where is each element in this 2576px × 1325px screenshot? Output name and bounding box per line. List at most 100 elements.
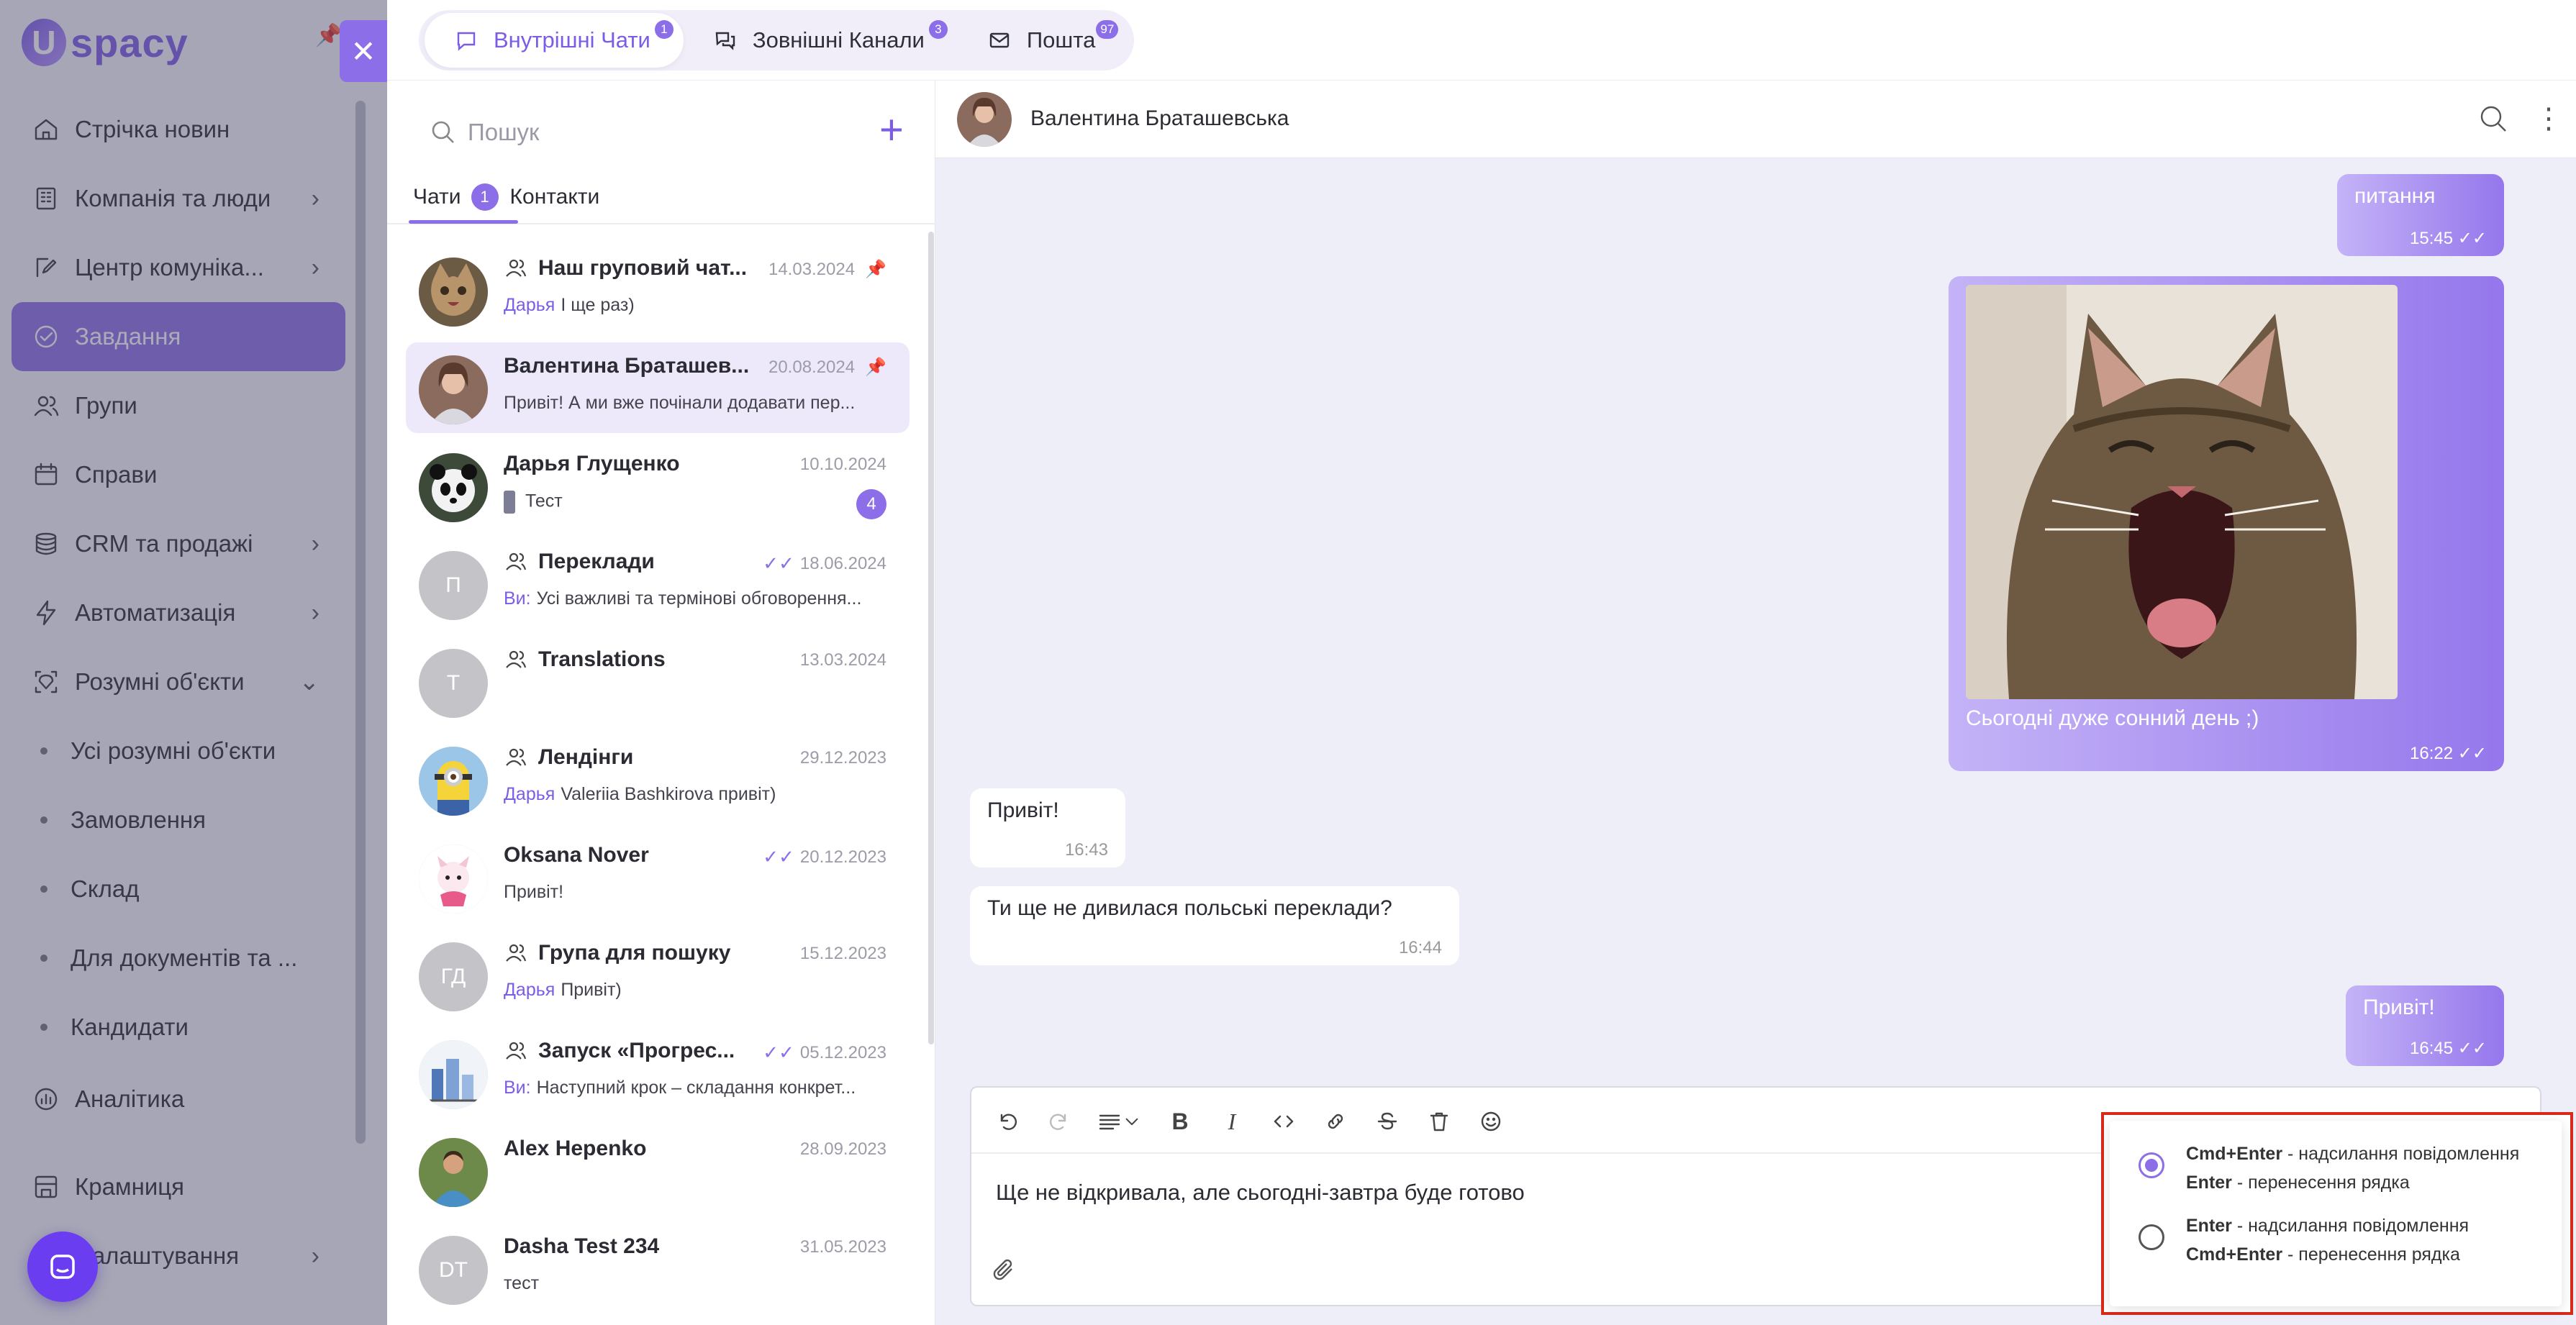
chat-list-scrollbar[interactable]: [928, 232, 934, 1044]
preview-text: Привіт! А ми вже почінали додавати пер..…: [504, 393, 856, 413]
yawning-cat-photo[interactable]: [1966, 285, 2398, 699]
chat-list-item[interactable]: Запуск «Прогрес... ✓✓ 05.12.2023 Ви: Наступн…: [406, 1027, 910, 1118]
code-icon[interactable]: [1258, 1102, 1310, 1141]
chat-list-item[interactable]: Дарья Глущенко 10.10.2024 Тест 4: [406, 440, 910, 531]
align-dropdown[interactable]: [1085, 1102, 1154, 1141]
undo-icon[interactable]: [981, 1102, 1033, 1141]
chat-topbar: Внутрішні Чати 1 Зовнішні Канали 3 Пошта 97: [387, 0, 2576, 81]
chat-list-item[interactable]: П Переклади ✓✓ 18.06.2024 Ви: Усі важливі та …: [406, 538, 910, 629]
chat-date-text: 31.05.2023: [799, 1237, 886, 1257]
redo-icon[interactable]: [1033, 1102, 1085, 1141]
message-input[interactable]: Ще не відкривала, але сьогодні-завтра бу…: [996, 1180, 1525, 1206]
chat-date-text: 20.12.2023: [799, 847, 886, 867]
italic-button[interactable]: I: [1206, 1102, 1258, 1141]
tab-badge: 3: [928, 20, 948, 39]
chat-preview: Дарья І ще раз): [504, 295, 892, 316]
chat-date: ✓✓ 20.12.2023: [763, 846, 886, 868]
strikethrough-icon[interactable]: [1361, 1102, 1413, 1141]
preview-sender: Ви:: [504, 588, 531, 609]
preview-text: тест: [504, 1273, 540, 1293]
conversation-avatar[interactable]: [957, 92, 1012, 147]
avatar: [419, 258, 488, 327]
attach-icon[interactable]: [990, 1256, 1022, 1288]
chat-date: 20.08.2024 📌: [768, 357, 886, 378]
message-text: Привіт!: [987, 798, 1059, 822]
chat-name-text: Група для пошуку: [538, 941, 731, 965]
support-chat-button[interactable]: [27, 1231, 98, 1302]
chat-date-text: 28.09.2023: [799, 1139, 886, 1159]
message-text: Ти ще не дивилася польські переклади?: [987, 896, 1392, 920]
unread-badge: 4: [856, 489, 886, 519]
message-time-text: 16:45: [2410, 1039, 2454, 1058]
avatar: [419, 453, 488, 522]
send-mode-option-enter[interactable]: Enter - надсилання повідомлення Cmd+Ente…: [2139, 1210, 2556, 1275]
chat-list-item[interactable]: DT Dasha Test 234 31.05.2023 тест: [406, 1223, 910, 1313]
more-options-icon[interactable]: ⋮: [2534, 102, 2563, 135]
chat-list-item[interactable]: Наш груповий чат... 14.03.2024 📌 Дарья І ще …: [406, 245, 910, 335]
chat-name: Oksana Nover: [504, 843, 649, 868]
chat-date: 14.03.2024 📌: [768, 259, 886, 280]
message-time: 16:22 ✓✓: [2410, 743, 2487, 764]
tab-badge: 1: [654, 20, 674, 39]
message-bubble[interactable]: питання 15:45 ✓✓: [2337, 174, 2504, 256]
chat-date: 28.09.2023: [800, 1139, 886, 1160]
add-chat-button[interactable]: +: [879, 109, 904, 151]
chat-list-item[interactable]: Oksana Nover ✓✓ 20.12.2023 Привіт!: [406, 832, 910, 922]
read-check-icon: ✓✓: [763, 552, 794, 574]
preview-text: Усі важливі та термінові обговорення...: [536, 588, 862, 609]
chat-list-item[interactable]: Валентина Браташев... 20.08.2024 📌 Привіт! …: [406, 342, 910, 433]
tab-mail[interactable]: Пошта 97: [958, 13, 1128, 68]
shortcut-key: Cmd+Enter: [2186, 1144, 2283, 1164]
tab-chat[interactable]: Внутрішні Чати 1: [425, 13, 684, 68]
chat-name: Dasha Test 234: [504, 1234, 659, 1259]
chat-name-text: Oksana Nover: [504, 843, 649, 867]
message-time-text: 15:45: [2410, 229, 2454, 248]
chat-name-text: Dasha Test 234: [504, 1234, 660, 1258]
preview-sender: Дарья: [504, 980, 555, 1000]
message-image-bubble[interactable]: Сьогодні дуже сонний день ;) 16:22 ✓✓: [1949, 276, 2504, 771]
chat-name-text: Переклади: [538, 550, 655, 573]
sidebar-dim-overlay[interactable]: [0, 0, 387, 1325]
link-icon[interactable]: [1310, 1102, 1361, 1141]
chat-list-item[interactable]: Лендінги 29.12.2023 Дарья Valeriia Bashkiro…: [406, 734, 910, 824]
preview-text: Тест: [525, 491, 563, 511]
group-icon: [504, 1039, 528, 1063]
chat-name: Наш груповий чат...: [504, 256, 747, 281]
close-sidebar-button[interactable]: ✕: [340, 20, 387, 82]
chat-date-text: 29.12.2023: [799, 748, 886, 768]
bold-button[interactable]: B: [1154, 1102, 1206, 1141]
send-mode-option-cmd-enter[interactable]: Cmd+Enter - надсилання повідомлення Ente…: [2139, 1138, 2556, 1203]
message-time-text: 16:43: [1064, 840, 1108, 860]
chat-date: 31.05.2023: [800, 1237, 886, 1257]
tab-contacts[interactable]: Контакти: [510, 185, 600, 209]
message-bubble[interactable]: Ти ще не дивилася польські переклади? 16:…: [970, 886, 1459, 965]
send-mode-popup-highlight: Cmd+Enter - надсилання повідомлення Ente…: [2101, 1112, 2573, 1315]
conversation-search-button[interactable]: [2477, 102, 2510, 135]
pin-icon[interactable]: 📌: [865, 357, 886, 378]
emoji-icon[interactable]: [1465, 1102, 1517, 1141]
chat-date: 15.12.2023: [800, 944, 886, 964]
tab-channels[interactable]: Зовнішні Канали 3: [684, 13, 958, 68]
search-input[interactable]: Пошук: [410, 98, 863, 167]
avatar: [419, 1138, 488, 1207]
search-icon: [432, 121, 454, 143]
chat-list-item[interactable]: ГД Група для пошуку 15.12.2023 Дарья Привіт): [406, 929, 910, 1020]
read-check-icon: ✓✓: [2457, 744, 2487, 763]
radio-selected[interactable]: [2139, 1152, 2164, 1178]
chat-name-text: Translations: [538, 647, 666, 671]
active-subtab-indicator: [409, 220, 518, 224]
radio-unselected[interactable]: [2139, 1224, 2164, 1250]
message-bubble[interactable]: Привіт! 16:45 ✓✓: [2346, 985, 2504, 1066]
message-time: 15:45 ✓✓: [2410, 228, 2487, 249]
message-bubble[interactable]: Привіт! 16:43: [970, 788, 1125, 868]
list-subtabs: Чати 1 Контакти: [413, 174, 611, 220]
chat-date: 13.03.2024: [800, 650, 886, 670]
sidebar: U spacy 📌 Стрічка новин Компанія та люди ›…: [0, 0, 387, 1325]
chat-preview: Дарья Привіт): [504, 980, 892, 1001]
pin-icon[interactable]: 📌: [865, 259, 886, 280]
chat-list-item[interactable]: T Translations 13.03.2024: [406, 636, 910, 727]
chat-list-item[interactable]: Alex Hepenko 28.09.2023: [406, 1125, 910, 1216]
trash-icon[interactable]: [1413, 1102, 1465, 1141]
tab-chats[interactable]: Чати 1: [413, 183, 499, 211]
chat-date-text: 18.06.2024: [799, 553, 886, 573]
